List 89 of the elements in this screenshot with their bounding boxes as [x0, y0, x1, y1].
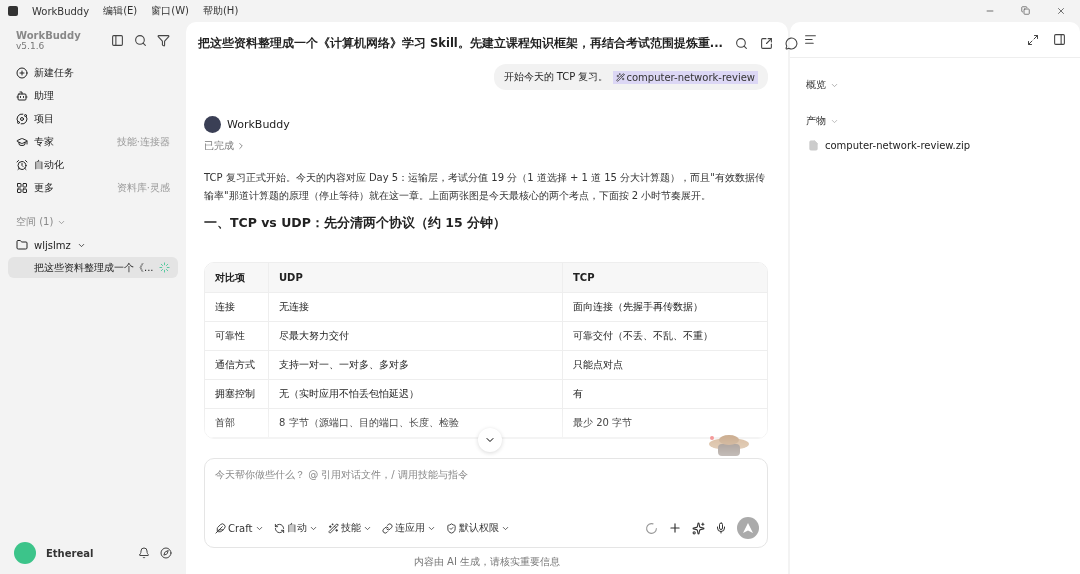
skill-tag[interactable]: computer-network-review [612, 70, 758, 84]
user-name: Ethereal [46, 547, 94, 559]
file-icon [808, 140, 819, 151]
composer-tool-button[interactable]: Craft [215, 522, 264, 534]
table-cell: 支持一对一、一对多、多对多 [269, 351, 563, 380]
column-header: TCP [563, 263, 767, 293]
search-icon[interactable] [134, 34, 147, 47]
arrow-icon [743, 523, 753, 533]
loading-icon [645, 521, 658, 535]
brand-name: WorkBuddy [16, 30, 81, 41]
plus-icon[interactable] [668, 521, 682, 535]
menu-item[interactable]: 窗口(W) [151, 4, 189, 18]
app-name: WorkBuddy [32, 5, 90, 17]
nav-label: 自动化 [34, 157, 64, 172]
message-text: 开始今天的 TCP 复习。 [503, 70, 609, 84]
nav-item[interactable]: 新建任务 [8, 63, 178, 82]
table-cell: 无（实时应用不怕丢包怕延迟） [269, 380, 563, 409]
table-cell: 连接 [205, 293, 269, 322]
sidebar-toggle-icon[interactable] [111, 34, 124, 47]
compass-icon[interactable] [160, 547, 172, 559]
shield-check-icon [445, 522, 457, 534]
assistant-name: WorkBuddy [227, 118, 290, 131]
alarm-clock-icon [16, 158, 28, 171]
task-item[interactable]: 把这些资料整理成一个《... [8, 257, 178, 278]
share-icon[interactable] [759, 36, 773, 50]
nav-hint: 资料库·灵感 [116, 180, 170, 195]
chat-title: 把这些资料整理成一个《计算机网络》学习 Skill。先建立课程知识框架，再结合考试范围提炼重... [198, 35, 723, 51]
column-header: 对比项 [205, 263, 269, 293]
message-input[interactable]: 今天帮你做些什么？ @ 引用对话文件，/ 调用技能与指令 [215, 467, 759, 481]
status-toggle[interactable]: 已完成 [204, 139, 246, 153]
search-icon[interactable] [734, 36, 748, 50]
composer-tool-button[interactable]: 默认权限 [445, 521, 510, 535]
panel-toggle-icon[interactable] [1053, 33, 1066, 46]
orbit-icon [16, 112, 28, 125]
ai-disclaimer: 内容由 AI 生成，请核实重要信息 [412, 555, 562, 569]
plus-circle-icon [16, 66, 28, 79]
table-cell: 尽最大努力交付 [269, 322, 563, 351]
column-header: UDP [269, 263, 563, 293]
microphone-icon[interactable] [715, 522, 727, 534]
nav-hint: 技能·连接器 [116, 134, 170, 149]
nav-label: 专家 [34, 134, 54, 149]
scroll-down-button[interactable] [478, 428, 502, 452]
cap-icon [16, 135, 28, 148]
nav-item[interactable]: 专家 技能·连接器 [8, 132, 178, 151]
message-paragraph: TCP 复习正式开始。今天的内容对应 Day 5：运输层，考试分值 19 分（1 道选择 + 1 道 15 分大计算题），而且"有效数据传输率"那道计算题的原理（停止等待）就在这一章。上面两张图是今天最核心的两个考点，下面按 2 小时节奏展开。 [204, 171, 766, 203]
task-title: 把这些资料整理成一个《... [34, 260, 154, 275]
nav-item[interactable]: 项目 [8, 109, 178, 128]
nav-label: 项目 [34, 111, 54, 126]
nav-label: 新建任务 [34, 65, 74, 80]
link-icon [381, 522, 393, 534]
feather-icon [215, 522, 226, 534]
folder-name[interactable]: wljslmz [34, 239, 71, 251]
menu-item[interactable]: 编辑(E) [103, 4, 138, 18]
composer-tool-button[interactable]: 连应用 [381, 521, 436, 535]
grid-icon [16, 181, 28, 194]
wand-icon [615, 72, 625, 82]
section-heading: 一、TCP vs UDP：先分清两个协议（约 15 分钟） [204, 215, 507, 232]
section-label: 空间 (1) [16, 215, 54, 229]
wand-icon [327, 522, 339, 534]
expand-icon[interactable] [1027, 33, 1039, 46]
file-item[interactable]: computer-network-review.zip [790, 140, 1080, 151]
version-label: v5.1.6 [16, 41, 45, 51]
bell-icon[interactable] [138, 547, 150, 559]
nav-label: 助理 [34, 88, 54, 103]
app-logo-icon [8, 6, 18, 16]
folder-icon [16, 239, 28, 251]
table-cell: 拥塞控制 [205, 380, 269, 409]
artifacts-toggle[interactable]: 产物 [806, 114, 839, 128]
menu-item[interactable]: 帮助(H) [202, 4, 239, 18]
overview-toggle[interactable]: 概览 [806, 78, 839, 92]
table-cell: 首部 [205, 409, 269, 438]
table-cell: 无连接 [269, 293, 563, 322]
table-cell: 可靠性 [205, 322, 269, 351]
robot-icon [16, 89, 28, 102]
refresh-icon [273, 522, 285, 534]
chevron-icon [236, 141, 246, 151]
menu-icon[interactable] [804, 33, 817, 46]
table-cell: 通信方式 [205, 351, 269, 380]
composer-tool-button[interactable]: 自动 [273, 521, 318, 535]
sparkles-icon[interactable] [692, 521, 705, 535]
nav-item[interactable]: 自动化 [8, 155, 178, 174]
close-icon[interactable] [1056, 6, 1066, 16]
nav-item[interactable]: 助理 [8, 86, 178, 105]
assistant-avatar [204, 116, 221, 133]
nav-label: 更多 [34, 180, 54, 195]
chat-bubble-icon[interactable] [784, 36, 798, 50]
composer-tool-button[interactable]: 技能 [327, 521, 372, 535]
nav-item[interactable]: 更多 资料库·灵感 [8, 178, 178, 197]
filter-icon[interactable] [157, 34, 170, 47]
